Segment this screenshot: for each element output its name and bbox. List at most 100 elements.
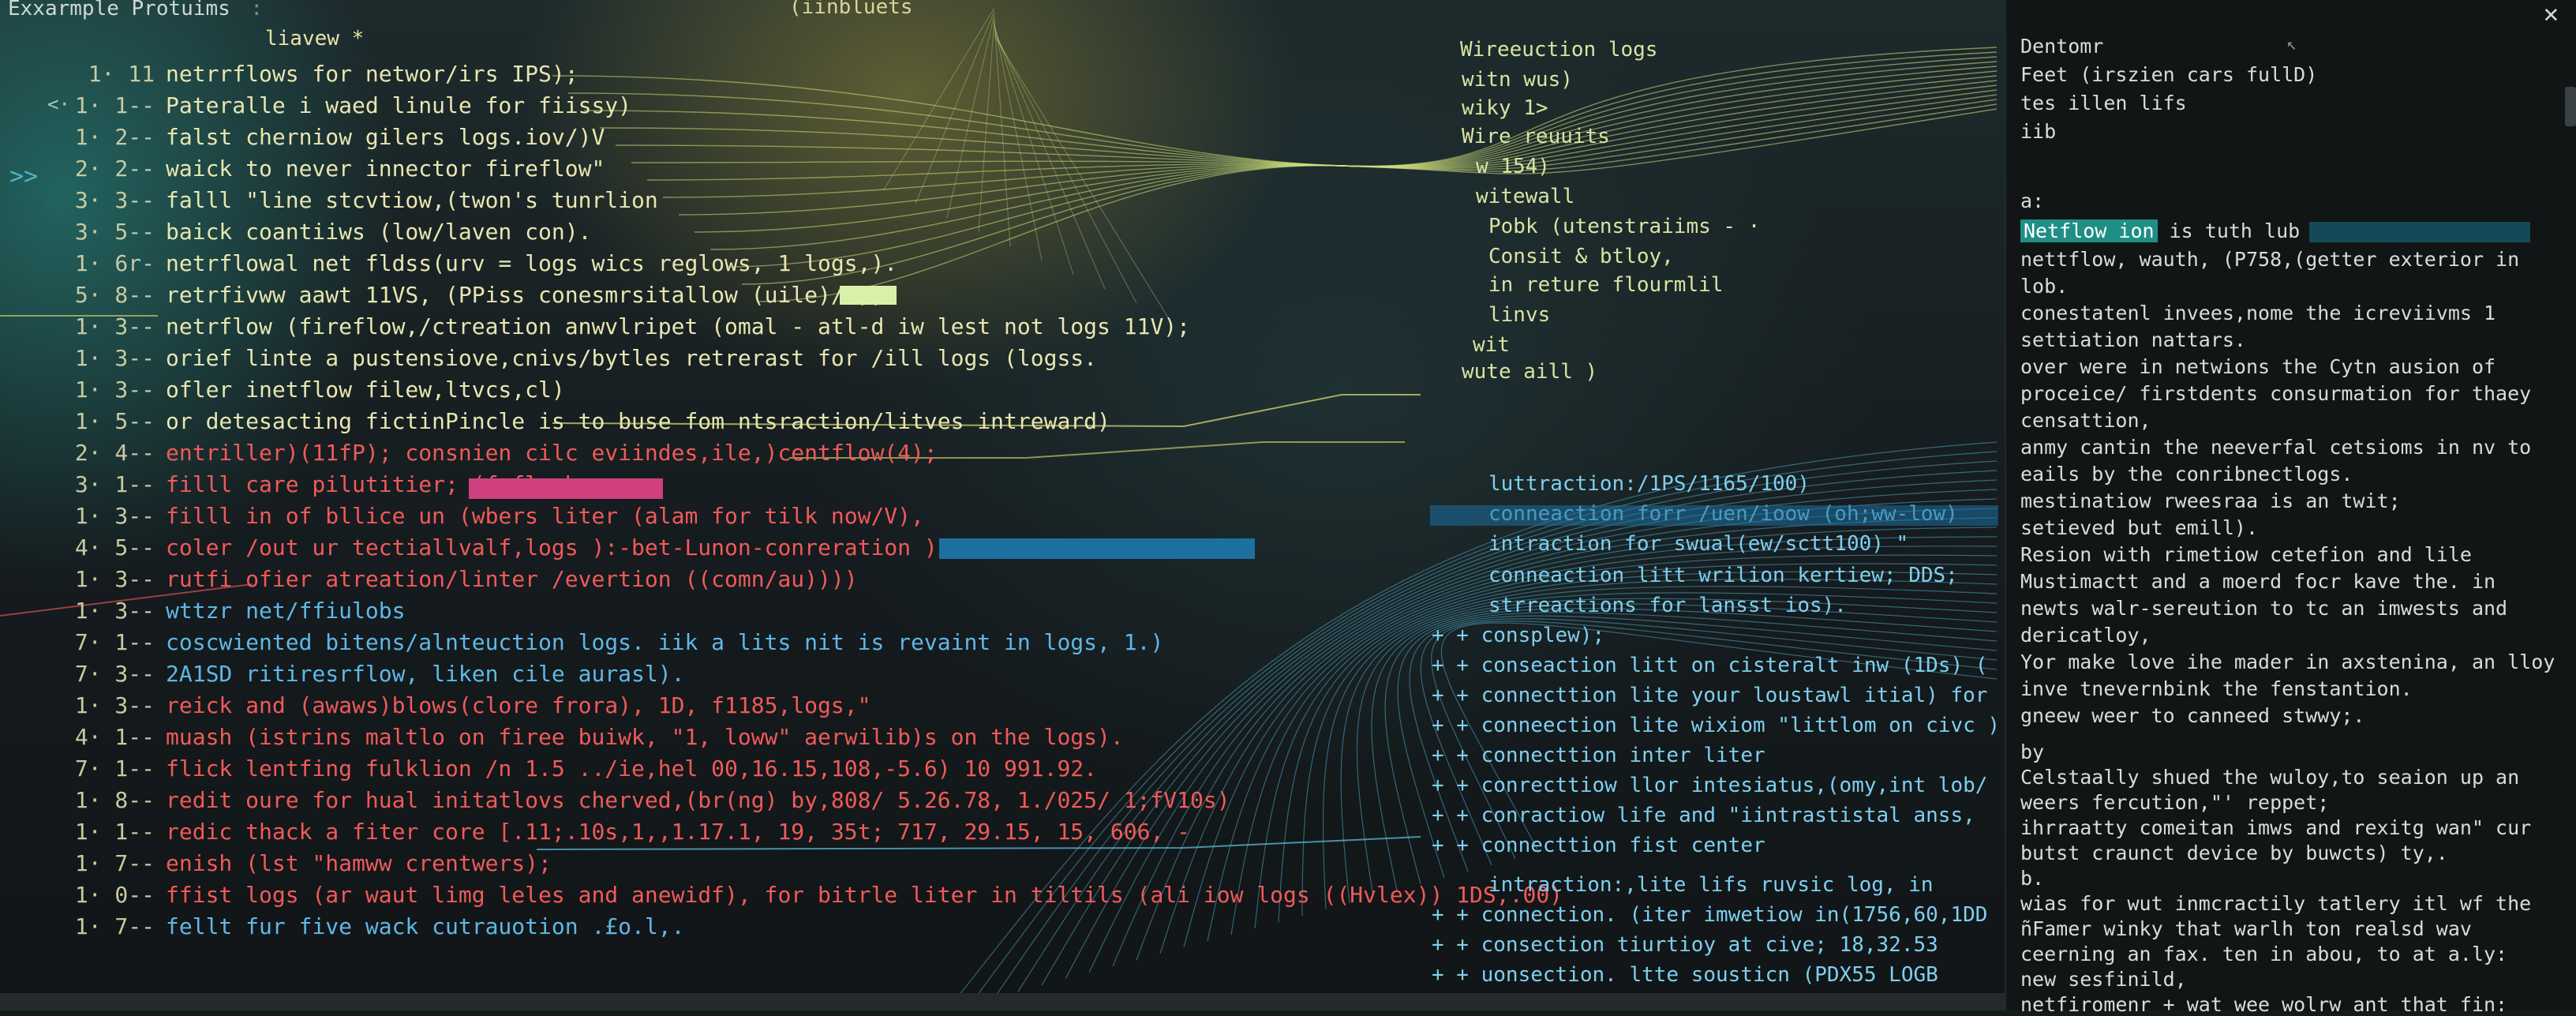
code-line[interactable]: 1· 7-- enish (lst "hamww crentwers); xyxy=(0,848,552,879)
panel-text-line: butst craunct device by buwcts) ty,. xyxy=(2020,842,2448,864)
wire-top xyxy=(583,56,1998,167)
code-line[interactable]: 1· 11 netrrflows for networ/irs IPS); xyxy=(0,58,578,90)
wire-label: Wireeuction logs xyxy=(1460,38,1658,62)
line-number: 4· 5-- xyxy=(74,534,155,560)
line-number: 7· 1-- xyxy=(74,755,155,782)
panel-text-line: tes illen lifs xyxy=(2020,92,2187,114)
code-line[interactable]: 1· 8-- redit oure for hual initatlovs che… xyxy=(0,785,1230,816)
code-line[interactable]: 5· 8-- retrfivww aawt 11VS, (PPiss conesm… xyxy=(0,279,884,311)
top-tag: (iinbluets xyxy=(789,0,913,19)
code-line[interactable]: 3· 3-- falll "line stcvtiow,(twon's tunrl… xyxy=(0,185,658,216)
panel-text-line: nettflow, wauth, (P758,(getter exterior … xyxy=(2020,248,2520,271)
code-text: waick to never innector fireflow" xyxy=(166,156,605,182)
code-text: wttzr net/ffiulobs xyxy=(166,598,406,624)
wire-label: wute aill ) xyxy=(1462,360,1598,384)
code-text: orief linte a pustensiove,cnivs/bytles r… xyxy=(166,345,1098,371)
wire-label: conneaction litt wrilion kertiew; DDS; xyxy=(1488,564,1958,587)
status-bar xyxy=(0,993,2005,1010)
wire-label: + + consplew); xyxy=(1432,624,1605,647)
close-icon[interactable]: ✕ xyxy=(2544,0,2559,28)
panel-text-line: settiation nattars. xyxy=(2020,328,2246,351)
line-number: 1· 7-- xyxy=(74,850,155,876)
code-text: or detesacting fictinPincle is to buse f… xyxy=(166,408,1110,434)
code-line[interactable]: 1· 0-- ffist logs (ar waut limg leles and… xyxy=(0,879,1563,911)
line-number: 1· 7-- xyxy=(74,913,155,939)
line-number: 4· 1-- xyxy=(74,724,155,750)
scrollbar-thumb[interactable] xyxy=(2565,87,2576,126)
line-number: 1· 1-- xyxy=(74,819,155,845)
highlight-rest: is tuth lub xyxy=(2157,219,2301,242)
wire-label: + + consection tiurtioy at cive; 18,32.5… xyxy=(1432,933,1938,957)
wire-label: + + conseaction litt on cisteralt inw (1… xyxy=(1432,654,1988,677)
line-number: 1· 3-- xyxy=(74,345,155,371)
code-line[interactable]: 7· 3-- 2A1SD ritiresrflow, liken cile aur… xyxy=(0,658,685,690)
code-text: flick lentfing fulklion /n 1.5 ../ie,hel… xyxy=(166,755,1098,782)
panel-text-line: eails by the conribnectlogs. xyxy=(2020,463,2353,486)
code-line[interactable]: 1· 5-- or detesacting fictinPincle is to … xyxy=(0,406,1110,437)
code-text: ffist logs (ar waut limg leles and anewi… xyxy=(166,882,1563,908)
code-text: Pateralle i waed linule for fiissy) xyxy=(166,92,632,118)
code-line[interactable]: 1· 3-- reick and (awaws)blows(clore frora… xyxy=(0,690,871,722)
line-number: 3· 3-- xyxy=(74,187,155,213)
wire-label: + + conrecttiow llor intesiatus,(omy,int… xyxy=(1432,774,1988,797)
line-number: 1· 6r- xyxy=(74,250,155,276)
line-number: 1· 5-- xyxy=(74,408,155,434)
wire-label: + + connection. (iter imwetiow in(1756,6… xyxy=(1432,903,1988,927)
panel-text-line: wias for wut inmcractily tatlery itl wf … xyxy=(2020,892,2532,915)
wire-label: + + connecttion fist center xyxy=(1432,834,1765,857)
wire-label: + + conneection lite wixiom "littlom on … xyxy=(1432,714,2001,737)
code-line[interactable]: 1· 3-- rutfi ofier atreation/linter /ever… xyxy=(0,564,858,595)
line-number: 3· 5-- xyxy=(74,219,155,245)
panel-text-line: setieved but emill). xyxy=(2020,516,2259,539)
code-text: filll in of bllice un (wbers liter (alam… xyxy=(166,503,924,529)
panel-text-line: over were in netwions the Cytn ausion of xyxy=(2020,355,2496,378)
code-line[interactable]: 1· 3-- filll in of bllice un (wbers liter… xyxy=(0,501,924,532)
line-number: 7· 3-- xyxy=(74,661,155,687)
code-line[interactable]: 3· 5-- baick coantiiws (low/laven con). xyxy=(0,216,592,248)
code-line[interactable]: 1· 3-- ofler inetflow filew,ltvcs,cl) xyxy=(0,374,565,406)
code-line[interactable]: 1· 1-- redic thack a fiter core [.11;.10s… xyxy=(0,816,1190,848)
wire-top xyxy=(599,61,1998,167)
panel-text-line: new sesfinild, xyxy=(2020,968,2187,991)
right-panel: ✕ ↖ Dentomr Feet (irszien cars fullD) tes … xyxy=(2005,0,2576,1016)
line-number: 2· 2-- xyxy=(74,156,155,182)
line-number: 1· 3-- xyxy=(74,566,155,592)
panel-text-line: ceerning an fax. ten in abou, to at a.ly… xyxy=(2020,943,2508,965)
highlight-term[interactable]: Netflow ion xyxy=(2020,219,2158,242)
code-line[interactable]: 1· 6r-netrflowal net fldss(urv = logs wi… xyxy=(0,248,897,279)
window-title-suffix: : xyxy=(250,0,264,21)
code-line[interactable]: 7· 1-- coscwiented bitens/alnteuction log… xyxy=(0,627,1163,658)
code-line[interactable]: 1· 2-- falst cherniow gilers logs.iov/)V xyxy=(0,122,605,153)
code-line[interactable]: 1· 1-- Pateralle i waed linule for fiissy… xyxy=(0,90,631,122)
panel-text-line: b. xyxy=(2020,867,2045,890)
code-line[interactable]: 1· 7-- fellt fur five wack cutrauotion .£… xyxy=(0,911,685,943)
wire-label: w 154) xyxy=(1476,155,1550,178)
code-line[interactable]: 2· 2-- waick to never innector fireflow" xyxy=(0,153,605,185)
code-line[interactable]: 1· 3-- orief linte a pustensiove,cnivs/by… xyxy=(0,343,1097,374)
panel-text-line: dericatloy, xyxy=(2020,624,2151,647)
mouse-cursor-icon: ↖ xyxy=(2286,35,2297,54)
wire-label: intraction:,lite lifs ruvsic log, in xyxy=(1488,873,1934,897)
panel-text-line: censattion, xyxy=(2020,409,2151,432)
window-title-text: Exxarmple Protuims xyxy=(8,0,230,21)
panel-text-line: ihrraatty comeitan imws and rexitg wan" … xyxy=(2020,816,2532,839)
panel-text-line: inve tnevernbink the fenstantion. xyxy=(2020,677,2413,700)
code-text: retrfivww aawt 11VS, (PPiss conesmrsital… xyxy=(166,282,885,308)
code-line[interactable]: 1· 3-- netrflow (fireflow,/ctreation anwv… xyxy=(0,311,1190,343)
code-line[interactable]: 4· 1-- muash (istrins maltlo on firee bui… xyxy=(0,722,1124,753)
line-number: 1· 3-- xyxy=(74,377,155,403)
inline-highlight-blue xyxy=(939,538,1255,559)
code-text: ofler inetflow filew,ltvcs,cl) xyxy=(166,377,565,403)
code-text: fellt fur five wack cutrauotion .£o.l,. xyxy=(166,913,685,939)
code-line[interactable]: 2· 4-- entriller)(11fP); consnien cilc ev… xyxy=(0,437,938,469)
line-number: 1· 11 xyxy=(88,61,155,87)
code-line[interactable]: 1· 3-- wttzr net/ffiulobs xyxy=(0,595,406,627)
code-line[interactable]: 4· 5-- coler /out ur tectiallvalf,logs ):… xyxy=(0,532,951,564)
line-number: 5· 8-- xyxy=(74,282,155,308)
wire-spark xyxy=(883,7,995,190)
wire-top xyxy=(725,99,1998,268)
code-line[interactable]: 7· 1-- flick lentfing fulklion /n 1.5 ../… xyxy=(0,753,1097,785)
panel-text-line: conestatenl invees,nome the icreviivms 1 xyxy=(2020,302,2496,324)
code-text: enish (lst "hamww crentwers); xyxy=(166,850,552,876)
wire-label: witn wus) xyxy=(1462,68,1573,92)
